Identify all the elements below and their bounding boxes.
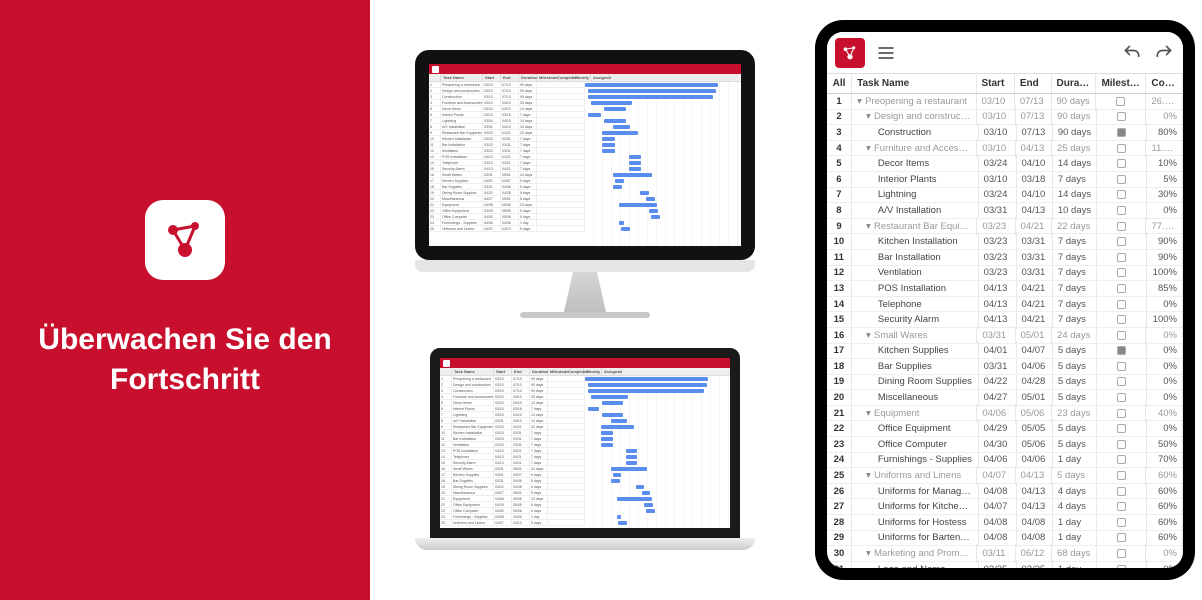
imac-foot — [520, 312, 650, 318]
col-header-all[interactable]: All — [827, 74, 852, 93]
gantt-logo-icon — [161, 216, 209, 264]
app-logo[interactable] — [835, 38, 865, 68]
end-cell[interactable]: 03/25 — [1017, 560, 1053, 568]
page-title: Überwachen Sie den Fortschritt — [0, 320, 370, 401]
laptop-base — [415, 538, 755, 550]
undo-icon — [1122, 43, 1142, 63]
left-panel: Überwachen Sie den Fortschritt — [0, 0, 370, 600]
menu-button[interactable] — [875, 42, 897, 64]
col-header-completion[interactable]: Comp — [1146, 74, 1183, 93]
task-table[interactable]: All Task Name Start End Duration Milesto… — [827, 74, 1183, 568]
duration-cell[interactable]: 1 day — [1053, 560, 1097, 568]
middle-panel: Task NameStartEndDurationMilestoneComple… — [370, 0, 800, 600]
imac-stand — [555, 272, 615, 312]
tablet-device: All Task Name Start End Duration Milesto… — [815, 20, 1195, 580]
task-name-cell[interactable]: Logo and Name — [852, 560, 979, 568]
web-app-preview: Task NameStartEndDurationMilestoneComple… — [440, 358, 730, 528]
desktop-app-preview: Task NameStartEndDurationMilestoneComple… — [429, 64, 741, 246]
row-number: 31 — [827, 560, 852, 568]
undo-button[interactable] — [1121, 42, 1143, 64]
gantt-logo-icon — [841, 44, 859, 62]
redo-icon — [1154, 43, 1174, 63]
completion-cell[interactable]: 0% — [1147, 560, 1183, 568]
app-icon — [145, 200, 225, 280]
col-header-name[interactable]: Task Name — [852, 74, 976, 93]
hamburger-icon — [876, 43, 896, 63]
redo-button[interactable] — [1153, 42, 1175, 64]
table-row[interactable]: 31Logo and Name03/2503/251 day0% — [827, 562, 1183, 568]
tablet-screen: All Task Name Start End Duration Milesto… — [827, 32, 1183, 568]
start-cell[interactable]: 03/25 — [979, 560, 1017, 568]
imac-device: Task NameStartEndDurationMilestoneComple… — [415, 50, 755, 318]
milestone-cell[interactable] — [1097, 560, 1146, 568]
col-header-start[interactable]: Start — [977, 74, 1015, 93]
tablet-frame: All Task Name Start End Duration Milesto… — [815, 20, 1195, 580]
laptop-screen: Task NameStartEndDurationMilestoneComple… — [430, 348, 740, 538]
col-header-duration[interactable]: Duration — [1052, 74, 1097, 93]
tablet-toolbar — [827, 32, 1183, 74]
laptop-device: Task NameStartEndDurationMilestoneComple… — [415, 348, 755, 550]
col-header-milestone[interactable]: Milestone — [1096, 74, 1146, 93]
table-header: All Task Name Start End Duration Milesto… — [827, 74, 1183, 94]
imac-screen: Task NameStartEndDurationMilestoneComple… — [415, 50, 755, 260]
col-header-end[interactable]: End — [1015, 74, 1052, 93]
imac-chin — [415, 260, 755, 272]
